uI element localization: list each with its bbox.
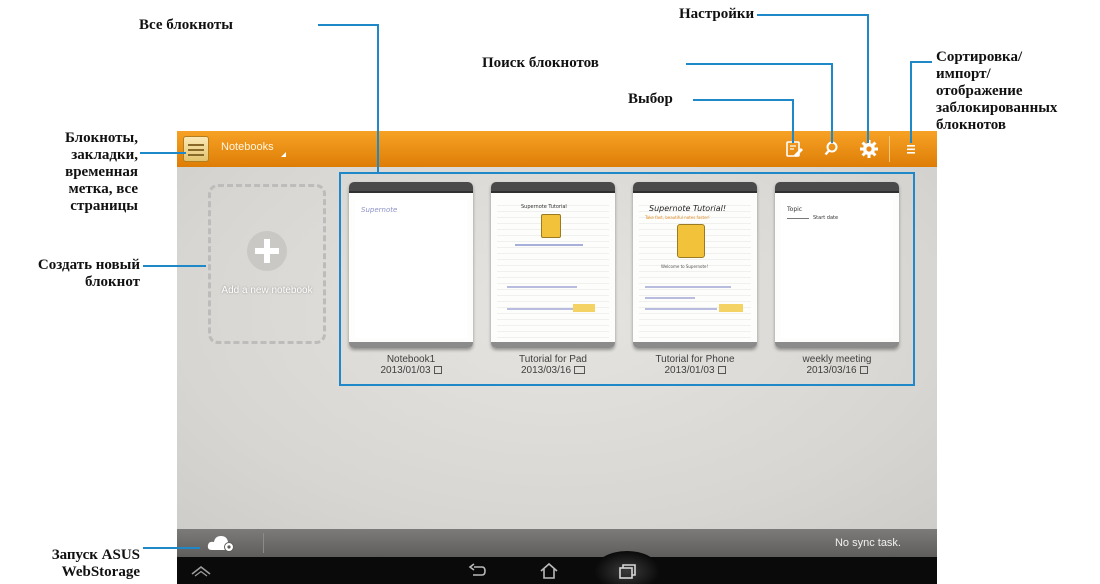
leader-search: [686, 63, 833, 143]
leader-all-notebooks: [318, 24, 379, 172]
leader-settings: [757, 14, 869, 143]
callout-leader-lines: [140, 14, 932, 549]
leader-sort: [910, 61, 932, 143]
leader-select: [693, 99, 794, 143]
